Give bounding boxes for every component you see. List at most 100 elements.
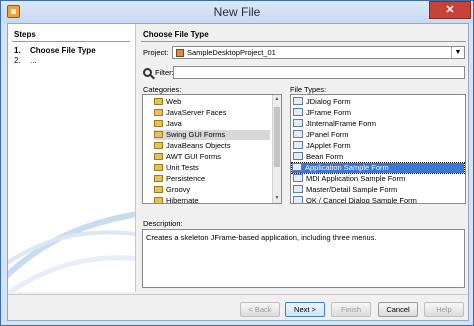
filter-input[interactable] [173,66,465,79]
project-label: Project: [143,48,169,57]
filetype-jdialog-form[interactable]: JDialog Form [293,97,351,107]
filetype-label: JPanel Form [306,130,349,139]
category-label: Hibernate [166,196,199,204]
folder-icon [154,120,163,127]
category-label: Java [166,119,182,128]
project-combobox[interactable]: SampleDesktopProject_01 ▼ [172,46,465,59]
category-label: AWT GUI Forms [166,152,221,161]
category-label: Unit Tests [166,163,199,172]
categories-list[interactable]: Web JavaServer Faces Java Swing GUI Form… [142,94,282,204]
category-hibernate[interactable]: Hibernate [154,196,199,204]
filter-label: Filter: [155,68,174,77]
filetype-label: JApplet Form [306,141,351,150]
title-bar[interactable]: New File ✕ [1,1,473,23]
filetype-japplet-form[interactable]: JApplet Form [293,141,351,151]
step-number: 1. [14,46,21,55]
step-number: 2. [14,56,21,65]
filetype-bean-form[interactable]: Bean Form [293,152,343,162]
folder-icon [154,109,163,116]
footer-divider [8,294,470,295]
form-icon [293,185,303,193]
filetype-master-detail-sample-form[interactable]: Master/Detail Sample Form [293,185,397,195]
filetype-jframe-form[interactable]: JFrame Form [293,108,351,118]
category-java[interactable]: Java [154,119,182,129]
category-label: Persistence [166,174,206,183]
choose-file-type-panel: Choose File Type Project: SampleDesktopP… [137,24,470,292]
help-button[interactable]: Help [424,302,464,317]
filetype-label: OK / Cancel Dialog Sample Form [306,196,417,204]
form-icon [293,174,303,182]
folder-icon [154,164,163,171]
step-label: Choose File Type [30,46,96,55]
categories-scrollbar[interactable]: ▲ ▼ [272,95,281,203]
form-icon [293,130,303,138]
category-groovy[interactable]: Groovy [154,185,190,195]
steps-panel: Steps 1. Choose File Type 2.... [8,24,136,292]
filetype-ok-cancel-dialog-sample-form[interactable]: OK / Cancel Dialog Sample Form [293,196,417,204]
category-awt-gui-forms[interactable]: AWT GUI Forms [154,152,221,162]
window-title: New File [213,5,261,19]
category-javabeans-objects[interactable]: JavaBeans Objects [154,141,231,151]
filetype-mdi-application-sample-form[interactable]: MDI Application Sample Form [293,174,405,184]
category-label: Swing GUI Forms [166,130,226,139]
new-file-dialog: New File ✕ Steps 1. Choose File Type 2...… [0,0,474,326]
close-button[interactable]: ✕ [429,1,471,19]
dialog-client: Steps 1. Choose File Type 2.... Choose Fi… [7,23,470,321]
category-persistence[interactable]: Persistence [154,174,205,184]
finish-button[interactable]: Finish [331,302,371,317]
folder-icon [154,142,163,149]
folder-icon [154,186,163,193]
steps-divider [12,41,130,42]
project-value: SampleDesktopProject_01 [187,48,276,57]
category-swing-gui-forms[interactable]: Swing GUI Forms [154,130,270,140]
scrollbar-thumb[interactable] [274,107,280,167]
cancel-button[interactable]: Cancel [378,302,418,317]
form-icon [293,97,303,105]
form-icon [292,163,302,171]
filetype-application-sample-form[interactable]: Application Sample Form [291,162,465,174]
description-box: Creates a skeleton JFrame-based applicat… [142,229,465,288]
step-1: 1. Choose File Type [14,46,96,55]
search-icon [143,68,152,77]
filetype-label: JFrame Form [306,108,351,117]
step-label: ... [30,56,37,65]
category-label: JavaServer Faces [166,108,227,117]
filetype-label: JDialog Form [306,97,351,106]
category-label: JavaBeans Objects [166,141,231,150]
filetype-jpanel-form[interactable]: JPanel Form [293,130,349,140]
category-javaserver-faces[interactable]: JavaServer Faces [154,108,226,118]
categories-label: Categories: [143,85,182,94]
description-text: Creates a skeleton JFrame-based applicat… [146,233,377,242]
filetype-label: MDI Application Sample Form [306,174,406,183]
form-icon [293,119,303,127]
folder-icon [154,175,163,182]
steps-header: Steps [14,30,36,39]
description-label: Description: [143,219,183,228]
panel-header: Choose File Type [143,30,209,39]
next-button[interactable]: Next > [285,302,325,317]
category-label: Groovy [166,185,191,194]
scroll-up-icon[interactable]: ▲ [273,95,281,104]
form-icon [293,141,303,149]
filetype-jinternalframe-form[interactable]: JInternalFrame Form [293,119,376,129]
scroll-down-icon[interactable]: ▼ [273,194,281,203]
chevron-down-icon[interactable]: ▼ [451,47,464,58]
category-unit-tests[interactable]: Unit Tests [154,163,199,173]
file-types-label: File Types: [290,85,327,94]
folder-icon [154,131,163,138]
form-icon [293,152,303,160]
folder-icon [154,98,163,105]
form-icon [293,196,303,203]
step-2: 2.... [14,56,37,65]
project-icon [176,49,184,57]
category-web[interactable]: Web [154,97,181,107]
file-types-list[interactable]: JDialog Form JFrame Form JInternalFrame … [290,94,466,204]
filetype-label: Master/Detail Sample Form [306,185,398,194]
folder-icon [154,197,163,203]
folder-icon [154,153,163,160]
category-label: Web [166,97,182,106]
filetype-label: Application Sample Form [305,163,389,172]
filetype-label: Bean Form [306,152,344,161]
back-button[interactable]: < Back [240,302,280,317]
form-icon [293,108,303,116]
